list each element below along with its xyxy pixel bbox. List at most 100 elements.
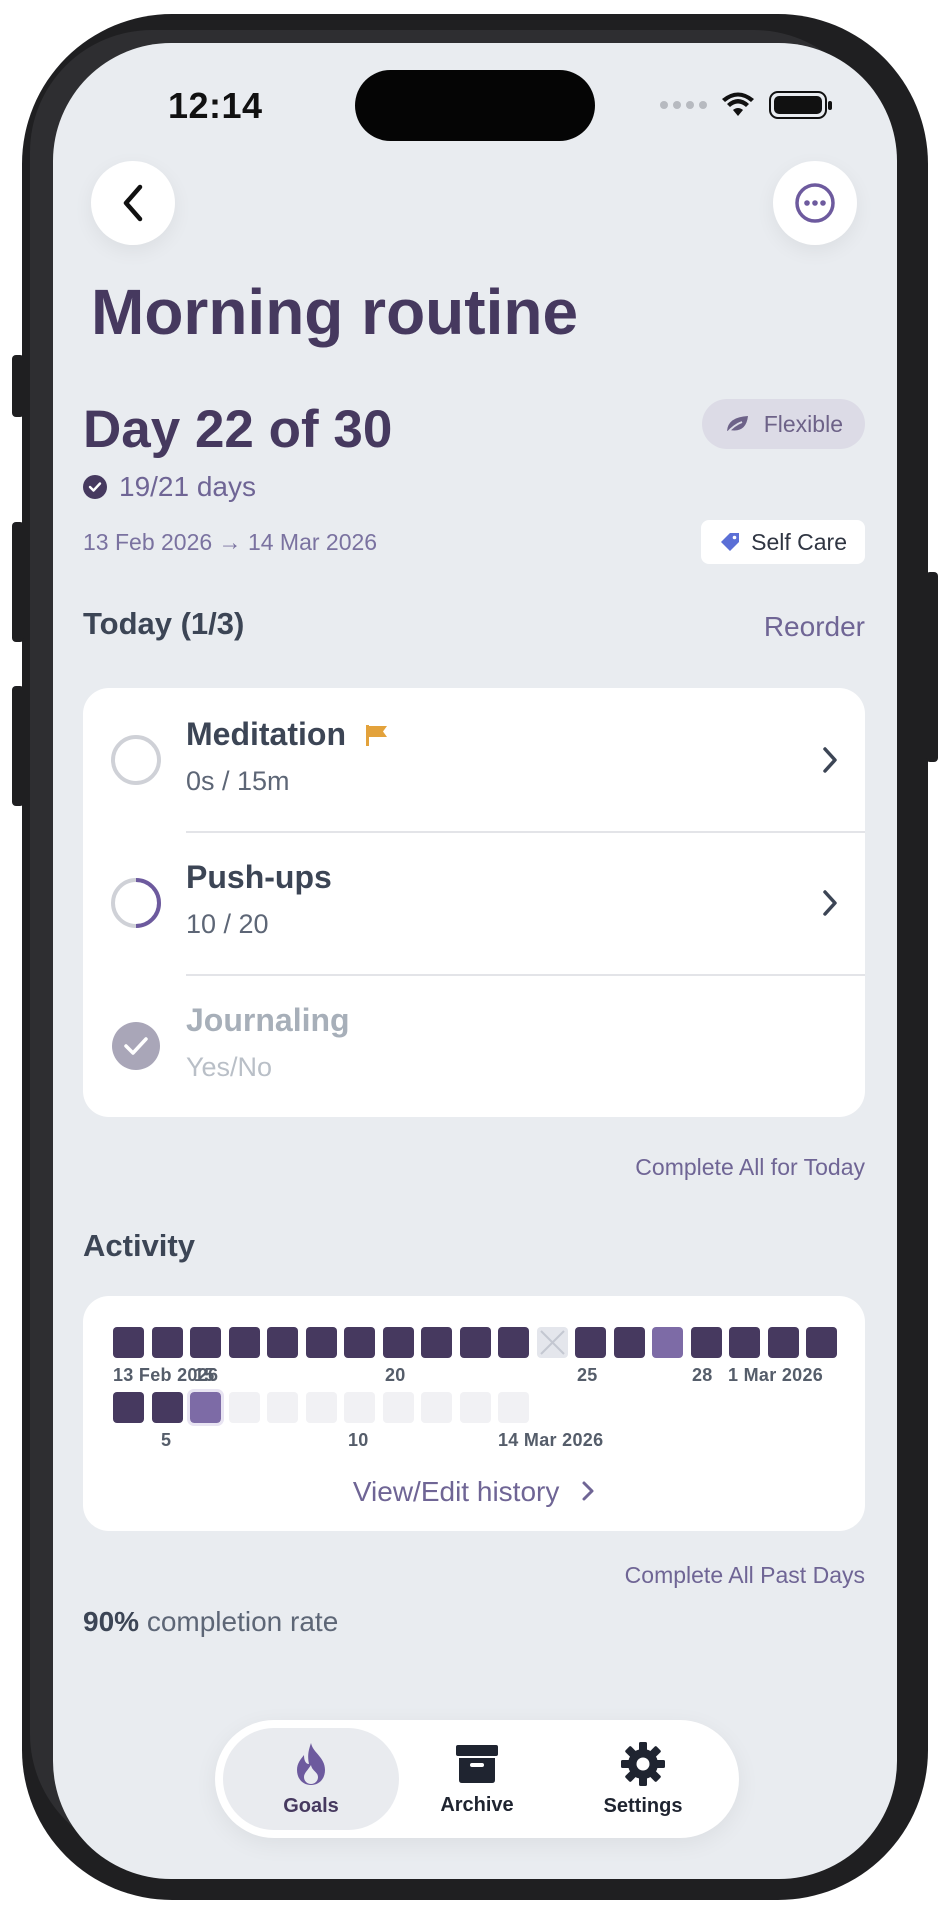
category-tag[interactable]: Self Care <box>701 520 865 564</box>
activity-day-cell[interactable] <box>652 1327 683 1358</box>
checkmark-circle-icon[interactable] <box>110 1020 162 1072</box>
activity-day-cell[interactable] <box>228 1327 260 1358</box>
activity-day-cell[interactable] <box>267 1392 298 1423</box>
activity-day-cell[interactable] <box>806 1327 837 1358</box>
task-name: Meditation <box>186 716 389 753</box>
tab-archive[interactable]: Archive <box>389 1728 565 1830</box>
activity-day-cell[interactable] <box>113 1327 144 1358</box>
activity-label: 15 <box>194 1365 215 1385</box>
gear-icon <box>621 1741 665 1786</box>
activity-label: 20 <box>385 1365 406 1385</box>
activity-day-cell[interactable] <box>113 1392 144 1423</box>
activity-header: Activity <box>83 1228 195 1263</box>
chevron-right-icon <box>823 747 837 773</box>
activity-day-cell[interactable] <box>344 1392 375 1423</box>
date-range: 13 Feb 2026 → 14 Mar 2026 <box>83 529 378 555</box>
tab-goals-label: Goals <box>283 1794 339 1817</box>
task-detail: Yes/No <box>186 1052 273 1082</box>
cellular-icon <box>660 101 707 109</box>
more-options-button[interactable] <box>773 161 857 245</box>
completion-rate: 90% completion rate <box>83 1606 338 1638</box>
wifi-icon <box>722 92 754 116</box>
activity-day-cell[interactable] <box>613 1327 645 1358</box>
activity-day-cell[interactable] <box>190 1327 221 1358</box>
activity-row <box>113 1389 529 1426</box>
activity-label: 25 <box>577 1365 598 1385</box>
activity-day-cell[interactable] <box>575 1327 606 1358</box>
view-edit-history-label: View/Edit history <box>352 1476 560 1507</box>
complete-all-past-days-button[interactable]: Complete All Past Days <box>625 1562 865 1589</box>
status-time: 12:14 <box>168 85 263 126</box>
activity-day-cell[interactable] <box>421 1392 452 1423</box>
complete-all-today-button[interactable]: Complete All for Today <box>635 1154 865 1181</box>
task-row[interactable]: Push-ups 10 / 20 <box>83 831 865 974</box>
tag-icon <box>721 533 740 551</box>
screen: 12:14 Morning routine Day 22 of 30 Flexi… <box>53 43 897 1879</box>
activity-day-cell[interactable] <box>536 1327 568 1358</box>
task-name: Journaling <box>186 1002 350 1038</box>
chevron-left-icon <box>123 184 143 222</box>
task-detail: 0s / 15m <box>186 766 290 796</box>
activity-day-cell[interactable] <box>151 1392 183 1423</box>
activity-label: 14 Mar 2026 <box>498 1430 604 1450</box>
volume-down-button <box>12 686 24 806</box>
task-detail: 10 / 20 <box>186 909 269 939</box>
action-button <box>12 355 24 417</box>
flame-icon <box>297 1742 325 1785</box>
activity-card: 13 Feb 2026 15 20 25 28 1 Mar 2026 5 10 … <box>83 1296 865 1531</box>
today-header: Today (1/3) <box>83 606 245 641</box>
leaf-icon <box>725 416 748 434</box>
activity-day-cell[interactable] <box>498 1327 529 1358</box>
activity-label: 1 Mar 2026 <box>728 1365 824 1385</box>
power-button <box>926 572 938 762</box>
activity-row <box>113 1327 837 1358</box>
chevron-right-icon <box>823 890 837 916</box>
task-row[interactable]: Journaling Yes/No <box>83 974 865 1117</box>
progress-ring-icon[interactable] <box>110 734 162 786</box>
activity-day-cell[interactable] <box>267 1327 298 1358</box>
days-completed-label: 19/21 days <box>119 471 256 502</box>
progress-ring-icon[interactable] <box>110 877 162 929</box>
mode-badge[interactable]: Flexible <box>701 399 865 449</box>
tab-settings-label: Settings <box>603 1794 683 1817</box>
task-row[interactable]: Meditation 0s / 15m <box>83 688 865 831</box>
activity-day-cell[interactable] <box>382 1327 414 1358</box>
task-name: Push-ups <box>186 859 332 895</box>
activity-day-cell[interactable] <box>690 1327 722 1358</box>
activity-day-cell[interactable] <box>305 1327 337 1358</box>
days-completed: 19/21 days <box>83 471 256 503</box>
day-progress: Day 22 of 30 <box>83 400 393 459</box>
activity-day-cell[interactable] <box>421 1327 452 1358</box>
activity-day-cell[interactable] <box>498 1392 529 1423</box>
page-title: Morning routine <box>91 276 579 348</box>
activity-day-cell[interactable] <box>344 1327 375 1358</box>
activity-day-cell[interactable] <box>151 1327 183 1358</box>
activity-day-cell[interactable] <box>729 1327 760 1358</box>
activity-label: 5 <box>161 1430 172 1450</box>
tab-bar: Goals Archive Settings <box>215 1720 739 1838</box>
tasks-card: Meditation 0s / 15m Push-ups 10 / 20 Jou… <box>83 688 865 1117</box>
activity-day-cell[interactable] <box>459 1392 491 1423</box>
activity-day-cell[interactable] <box>228 1392 260 1423</box>
more-icon <box>795 183 835 223</box>
chevron-right-icon <box>582 1481 594 1501</box>
activity-day-cell[interactable] <box>459 1327 491 1358</box>
activity-day-cell[interactable] <box>305 1392 337 1423</box>
tab-goals[interactable]: Goals <box>223 1728 399 1830</box>
mode-badge-label: Flexible <box>763 410 843 437</box>
tab-archive-label: Archive <box>440 1793 514 1816</box>
check-circle-icon <box>83 475 107 499</box>
activity-label: 28 <box>692 1365 713 1385</box>
activity-day-cell[interactable] <box>187 1389 224 1426</box>
reorder-button[interactable]: Reorder <box>764 611 865 643</box>
back-button[interactable] <box>91 161 175 245</box>
volume-up-button <box>12 522 24 642</box>
task-name-label: Meditation <box>186 716 346 752</box>
archive-icon <box>456 1744 498 1783</box>
dynamic-island <box>355 70 595 141</box>
tab-settings[interactable]: Settings <box>555 1728 731 1830</box>
battery-icon <box>769 91 832 119</box>
activity-day-cell[interactable] <box>382 1392 414 1423</box>
activity-day-cell[interactable] <box>767 1327 799 1358</box>
view-edit-history-link[interactable]: View/Edit history <box>83 1476 865 1508</box>
